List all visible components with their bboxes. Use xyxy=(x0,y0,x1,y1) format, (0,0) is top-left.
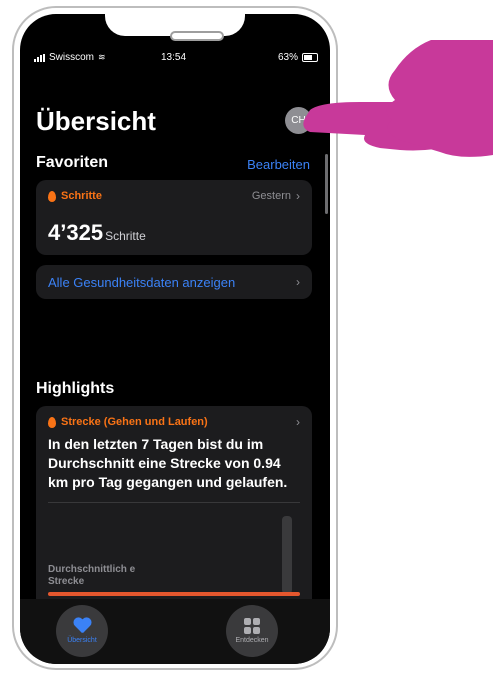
scrollbar[interactable] xyxy=(325,154,328,214)
steps-date: Gestern xyxy=(251,190,291,202)
steps-card-label: Schritte xyxy=(48,190,102,202)
favorites-heading: Favoriten xyxy=(36,154,109,171)
chart-bar xyxy=(282,516,292,594)
tab-overview-label: Übersicht xyxy=(67,637,97,644)
steps-value-row: 4’325 Schritte xyxy=(48,220,146,246)
status-left: Swisscom ≋ xyxy=(34,52,106,63)
chevron-right-icon: › xyxy=(296,415,300,429)
battery-percent: 63% xyxy=(277,52,298,63)
average-line xyxy=(48,592,300,596)
highlights-heading: Highlights xyxy=(36,380,115,397)
steps-card[interactable]: Schritte Gestern › 4’325 Schritte xyxy=(36,180,312,255)
all-health-data-button[interactable]: Alle Gesundheitsdaten anzeigen › xyxy=(36,265,312,299)
steps-unit: Schritte xyxy=(105,229,146,243)
all-health-data-label: Alle Gesundheitsdaten anzeigen xyxy=(48,274,236,290)
carrier: Swisscom xyxy=(49,52,95,63)
highlight-text: In den letzten 7 Tagen bist du im Durchs… xyxy=(48,436,288,490)
wifi-icon: ≋ xyxy=(98,52,106,62)
steps-value: 4’325 xyxy=(48,220,104,245)
highlight-label-text: Strecke (Gehen und Laufen) xyxy=(61,416,208,428)
hand-pointer-icon xyxy=(303,40,493,157)
divider xyxy=(48,502,300,503)
speaker xyxy=(170,31,224,41)
steps-label-text: Schritte xyxy=(61,190,102,202)
steps-card-meta: Gestern › xyxy=(252,189,300,203)
tab-discover[interactable]: Entdecken xyxy=(226,605,278,657)
chevron-right-icon: › xyxy=(296,189,300,203)
heart-icon xyxy=(73,618,91,634)
flame-icon xyxy=(48,416,56,428)
average-label: Durchschnittlich e Strecke xyxy=(48,564,136,587)
tab-discover-label: Entdecken xyxy=(235,637,269,644)
highlight-card[interactable]: Strecke (Gehen und Laufen) › In den letz… xyxy=(36,406,312,606)
phone-screen: Swisscom ≋ 13:54 63% Übersicht CH Favori… xyxy=(20,14,330,664)
tab-overview[interactable]: Übersicht xyxy=(56,605,108,657)
signal-icon xyxy=(34,53,45,62)
status-time: 13:54 xyxy=(161,52,187,63)
tab-bar: Übersicht Entdecken xyxy=(20,599,330,664)
chevron-right-icon: › xyxy=(296,275,300,289)
highlight-card-label: Strecke (Gehen und Laufen) xyxy=(48,416,208,428)
grid-icon xyxy=(244,618,260,634)
page-title: Übersicht xyxy=(36,106,156,136)
flame-icon xyxy=(48,190,56,202)
